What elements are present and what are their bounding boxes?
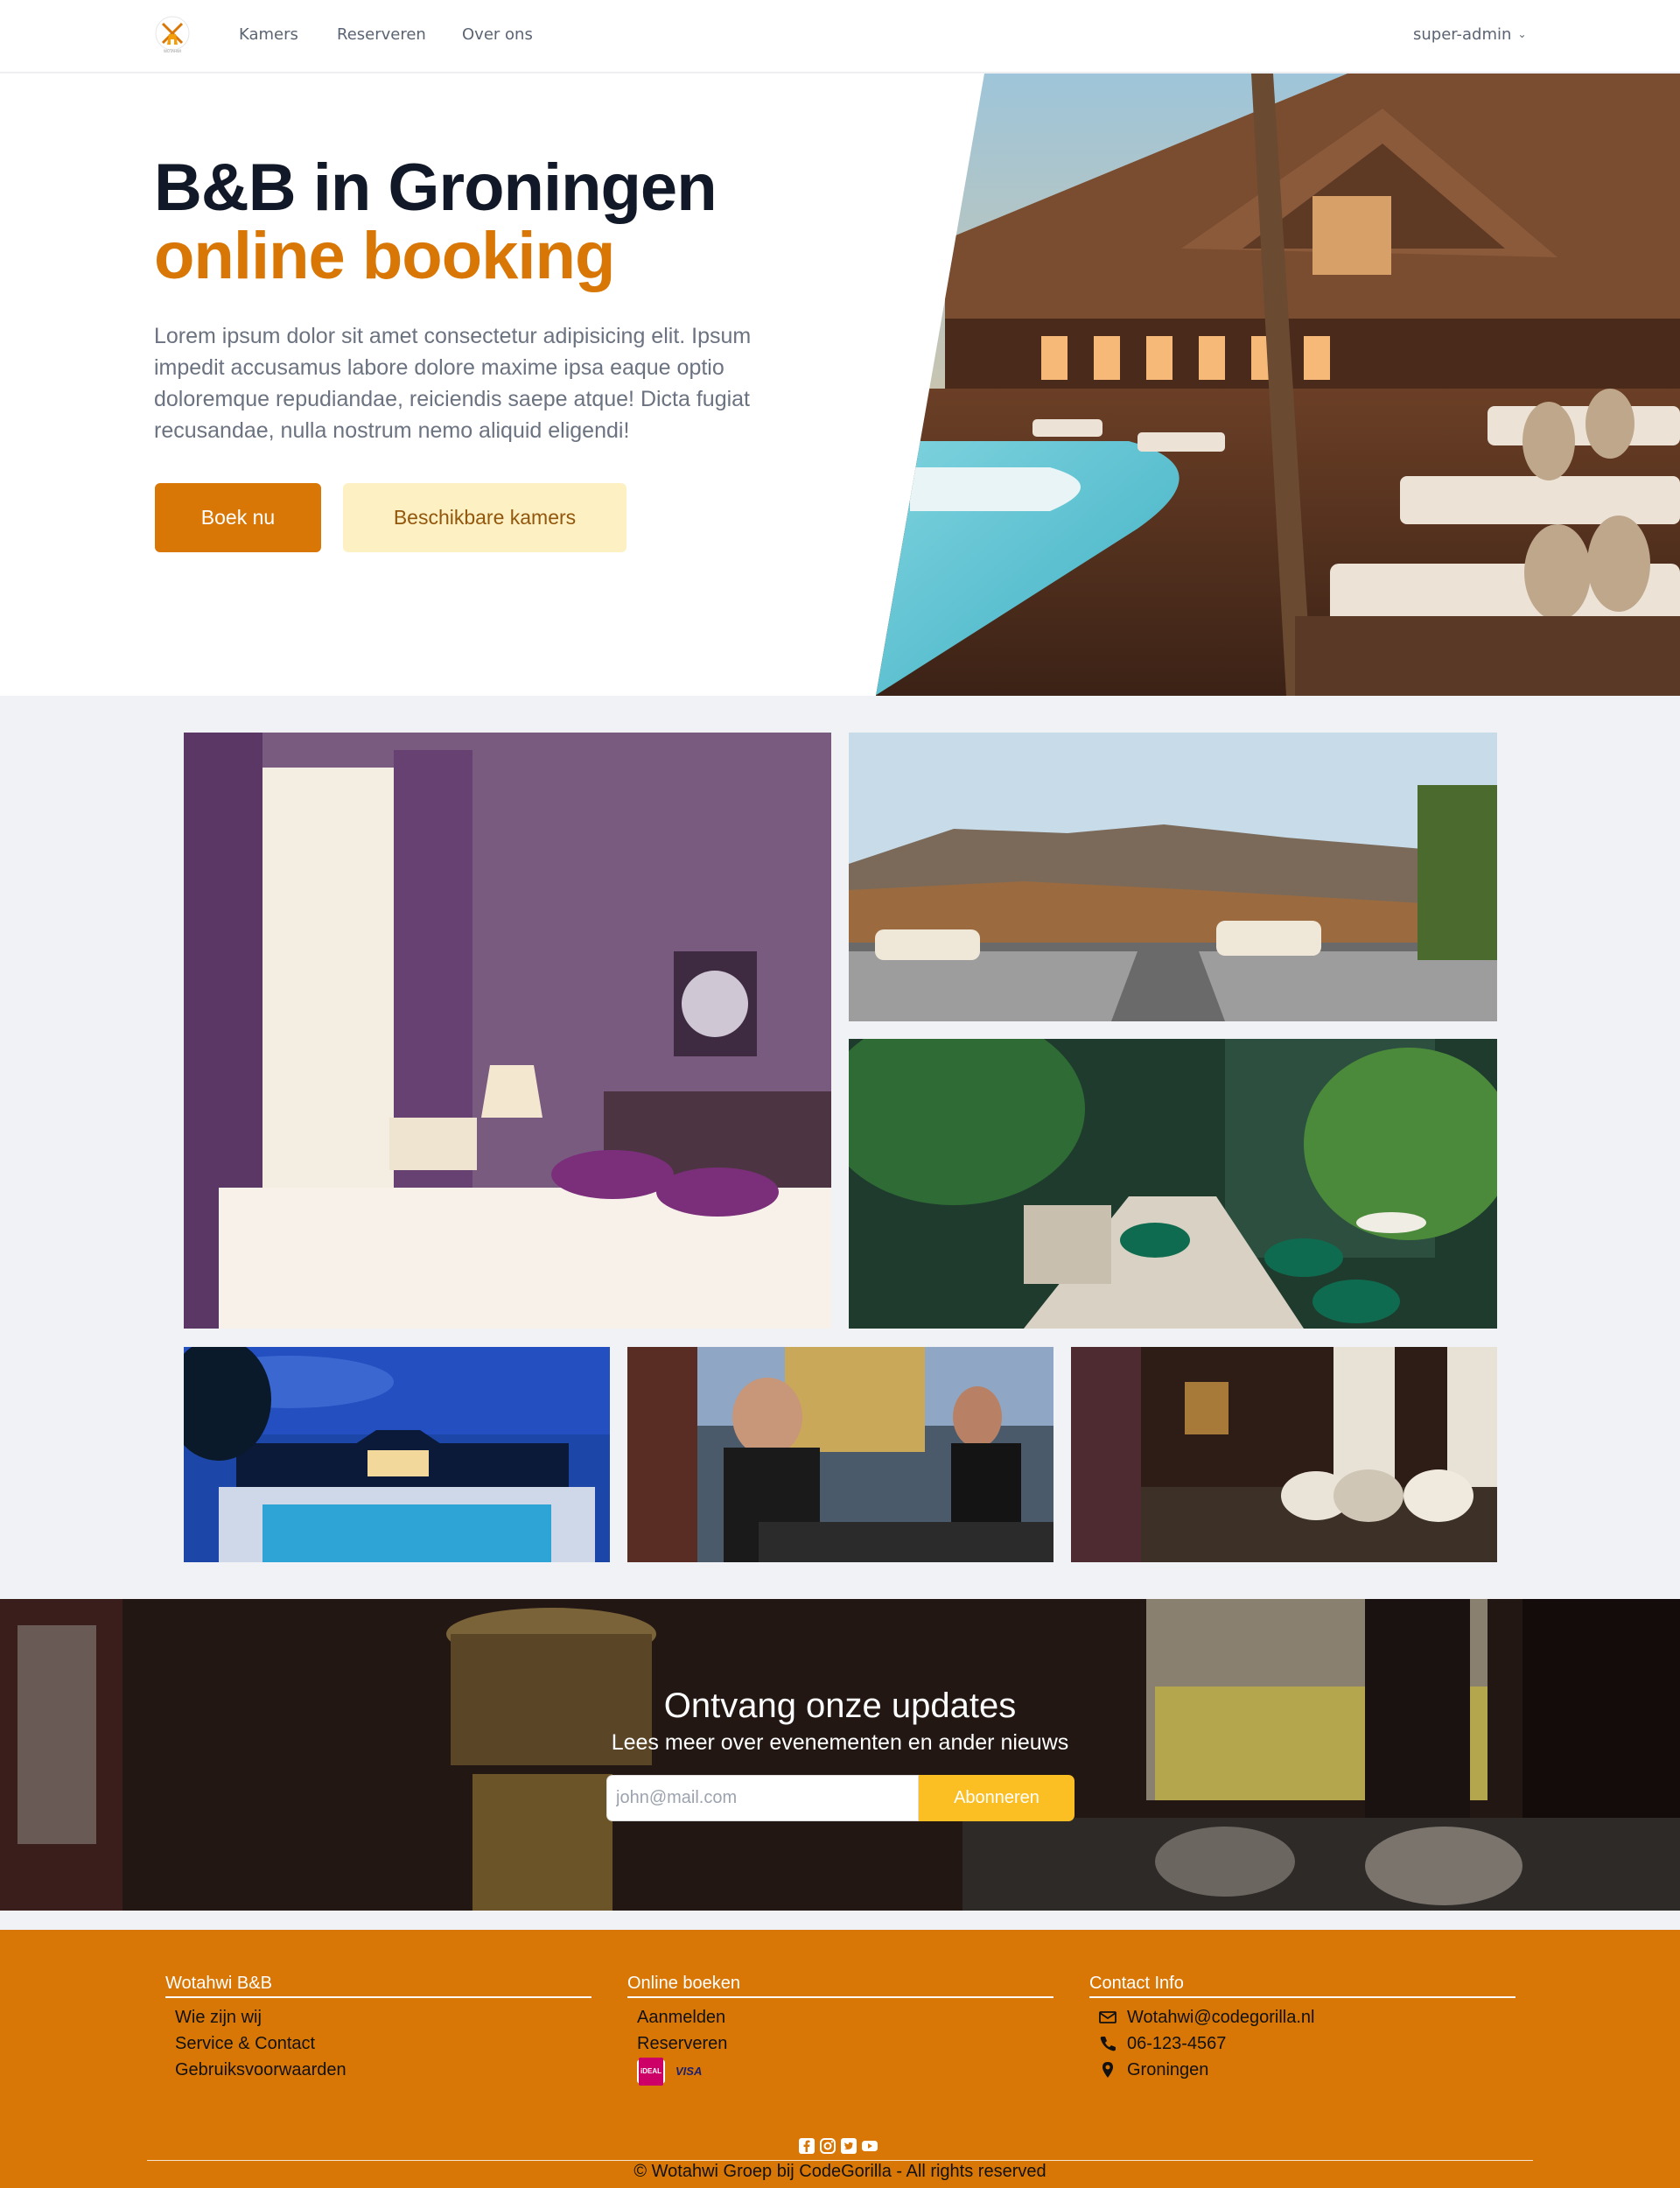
nav-link-over-ons[interactable]: Over ons [462, 25, 533, 44]
user-menu[interactable]: super-admin ⌄ [1413, 25, 1527, 44]
footer-link-aanmelden[interactable]: Aanmelden [637, 2004, 1054, 2030]
footer-col-contact-title: Contact Info [1089, 1974, 1516, 1998]
instagram-icon[interactable] [819, 2137, 836, 2155]
footer-col-contact: Contact Info Wotahwi@codegorilla.nl 06-1… [1089, 1974, 1516, 2083]
gallery-image-bar [627, 1347, 1054, 1562]
payment-methods: iDEAL VISA [637, 2058, 1054, 2086]
gallery-image-pool-night [184, 1347, 610, 1562]
newsletter-subtitle: Lees meer over evenementen en ander nieu… [611, 1730, 1069, 1755]
footer-divider [147, 2160, 1533, 2161]
ideal-icon: iDEAL [637, 2058, 665, 2086]
contact-email[interactable]: Wotahwi@codegorilla.nl [1099, 2004, 1516, 2030]
email-input[interactable] [606, 1775, 919, 1821]
contact-location: Groningen [1099, 2057, 1516, 2083]
gallery-image-lounge [1071, 1347, 1497, 1562]
twitter-icon[interactable] [840, 2137, 858, 2155]
footer-col-about: Wotahwi B&B Wie zijn wij Service & Conta… [165, 1974, 592, 2083]
newsletter-title: Ontvang onze updates [663, 1687, 1017, 1725]
beschikbare-kamers-button[interactable]: Beschikbare kamers [343, 483, 626, 552]
footer-link-reserveren[interactable]: Reserveren [637, 2030, 1054, 2057]
map-pin-icon [1102, 2062, 1113, 2078]
hero-description: Lorem ipsum dolor sit amet consectetur a… [154, 324, 752, 443]
footer-link-wie-zijn-wij[interactable]: Wie zijn wij [175, 2004, 592, 2030]
hero-title: B&B in Groningen online booking [154, 151, 718, 293]
gallery-image-mountain-terrace [849, 733, 1497, 1021]
visa-icon: VISA [676, 2065, 703, 2078]
facebook-icon[interactable] [798, 2137, 816, 2155]
gallery-image-bedroom [184, 733, 831, 1329]
footer: Wotahwi B&B Wie zijn wij Service & Conta… [0, 1930, 1680, 2188]
copyright: © Wotahwi Groep bij CodeGorilla - All ri… [634, 2162, 1046, 2181]
footer-col-about-title: Wotahwi B&B [165, 1974, 592, 1998]
footer-link-service-contact[interactable]: Service & Contact [175, 2030, 592, 2057]
contact-phone[interactable]: 06-123-4567 [1099, 2030, 1516, 2057]
top-nav: WOTAHWI Kamers Reserveren Over ons super… [0, 0, 1680, 73]
newsletter-section: Ontvang onze updates Lees meer over even… [0, 1599, 1680, 1911]
windmill-logo-icon: WOTAHWI [155, 16, 190, 53]
footer-link-gebruiksvoorwaarden[interactable]: Gebruiksvoorwaarden [175, 2057, 592, 2083]
nav-link-kamers[interactable]: Kamers [239, 25, 298, 44]
footer-col-booking-title: Online boeken [627, 1974, 1054, 1998]
footer-col-booking: Online boeken Aanmelden Reserveren iDEAL… [627, 1974, 1054, 2086]
user-name: super-admin [1413, 25, 1512, 44]
boek-nu-button[interactable]: Boek nu [155, 483, 321, 552]
chevron-down-icon: ⌄ [1517, 28, 1527, 40]
hero-title-line1: B&B in Groningen [154, 151, 718, 225]
nav-link-reserveren[interactable]: Reserveren [337, 25, 426, 44]
gallery-image-tropical-cafe [849, 1039, 1497, 1329]
social-links [798, 2137, 878, 2155]
hero-section: B&B in Groningen online booking Lorem ip… [0, 74, 1680, 696]
youtube-icon[interactable] [861, 2137, 878, 2155]
hero-title-line2: online booking [154, 219, 615, 293]
subscribe-button[interactable]: Abonneren [919, 1775, 1074, 1821]
phone-icon [1100, 2037, 1116, 2051]
svg-text:WOTAHWI: WOTAHWI [164, 49, 181, 53]
logo[interactable]: WOTAHWI [154, 15, 191, 57]
envelope-icon [1099, 2011, 1116, 2023]
